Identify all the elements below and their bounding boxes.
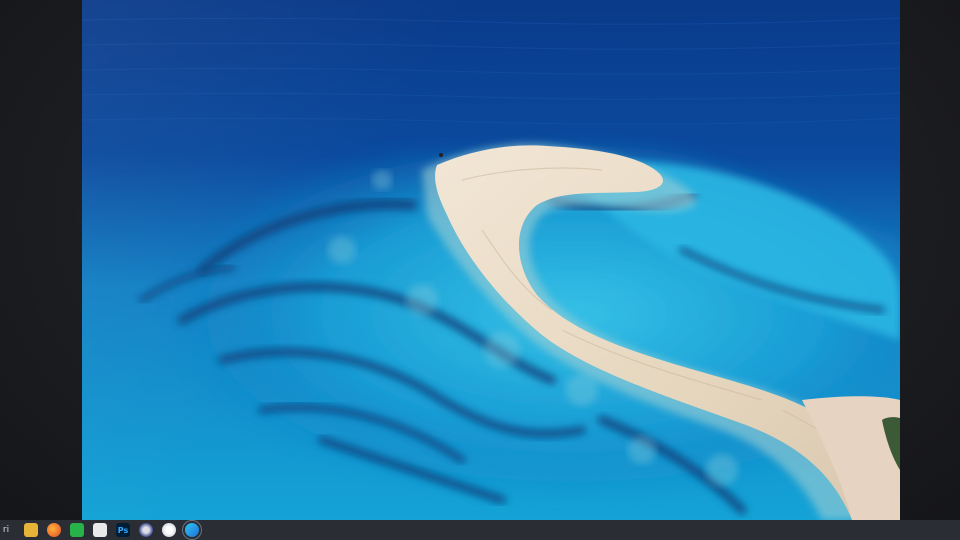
start-glyph[interactable]: ri bbox=[2, 523, 10, 537]
firefox-icon[interactable] bbox=[47, 523, 61, 537]
ocean-sandbar-photo bbox=[82, 0, 900, 520]
taskbar: ri Ps bbox=[0, 520, 960, 540]
folder-icon[interactable] bbox=[24, 523, 38, 537]
notes-icon[interactable] bbox=[93, 523, 107, 537]
app-icon[interactable] bbox=[139, 523, 153, 537]
phone-icon[interactable] bbox=[70, 523, 84, 537]
app-icon-2[interactable] bbox=[162, 523, 176, 537]
person-figure bbox=[439, 153, 443, 157]
photoshop-icon[interactable]: Ps bbox=[116, 523, 130, 537]
desktop-wallpaper bbox=[82, 0, 900, 520]
edge-icon[interactable] bbox=[182, 520, 202, 540]
